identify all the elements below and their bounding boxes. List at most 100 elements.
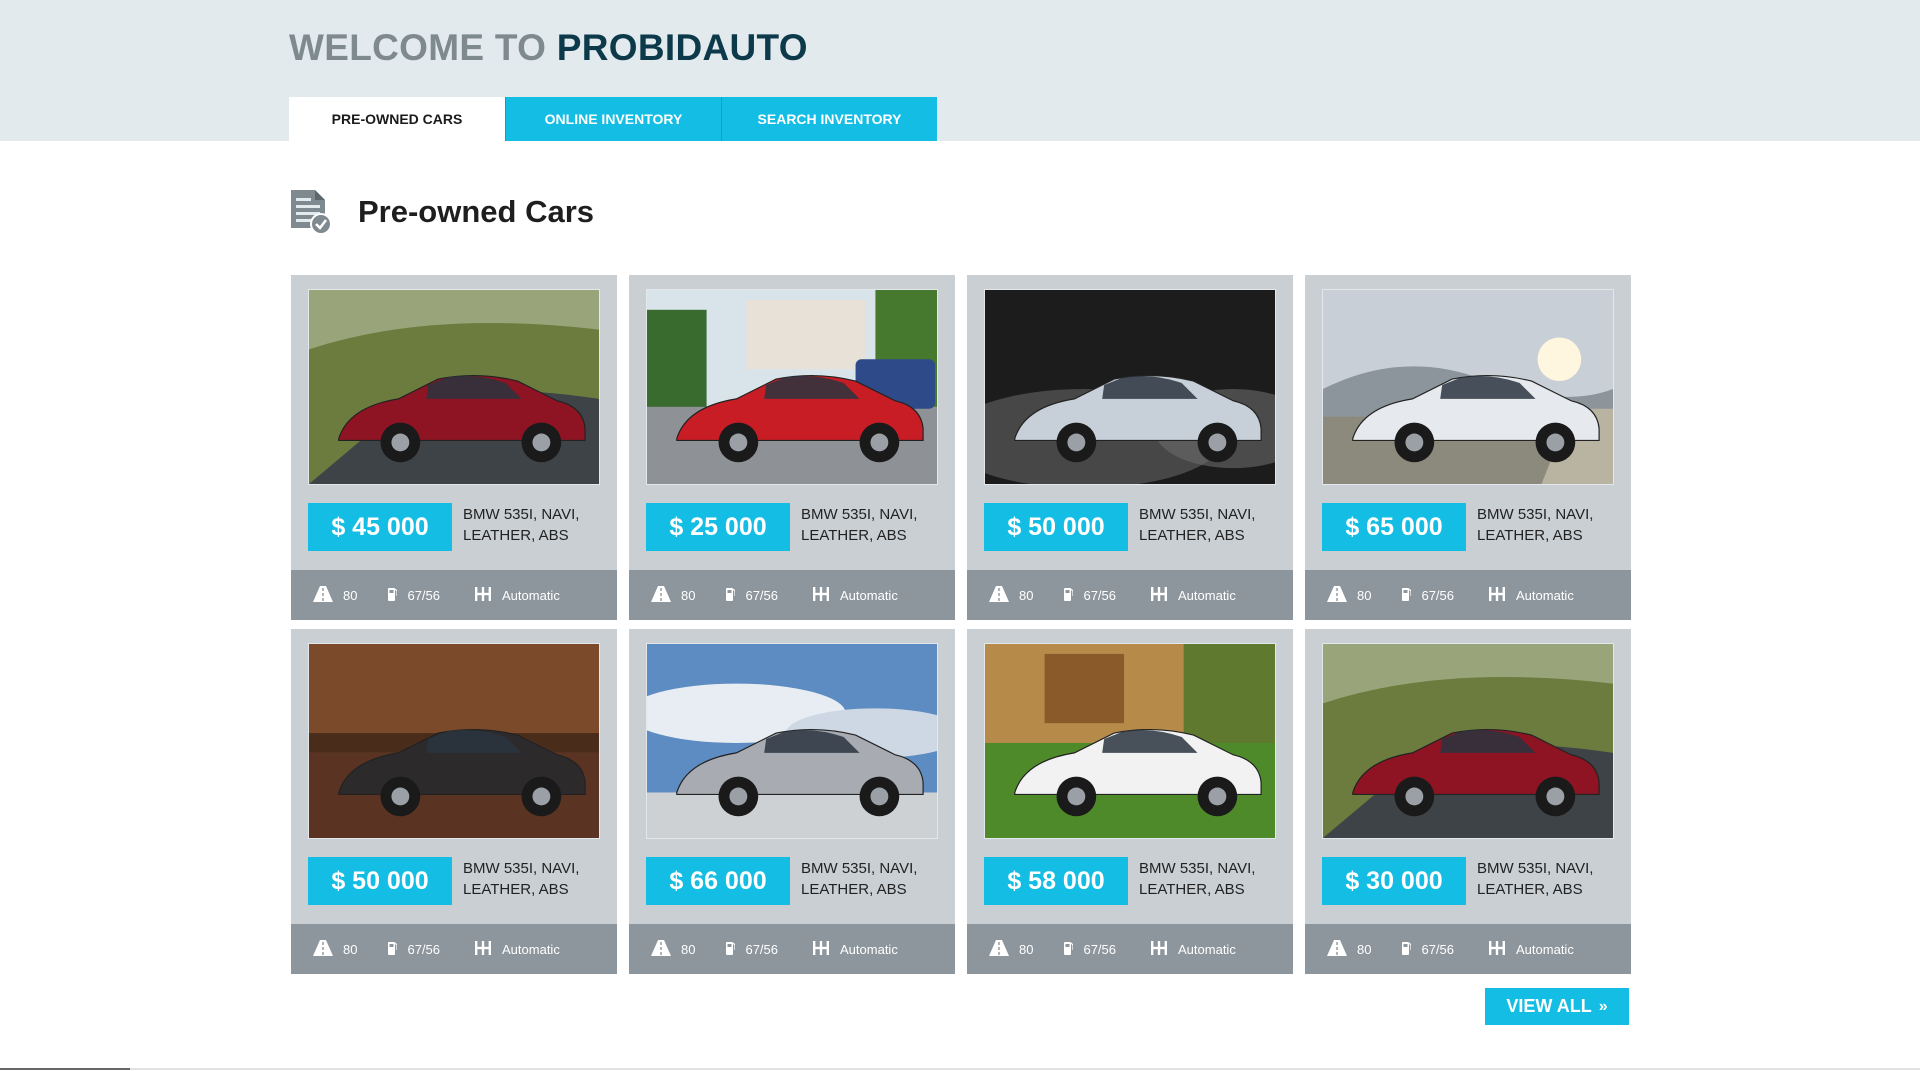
mileage-spec: 80: [1327, 939, 1372, 959]
car-photo[interactable]: [1322, 289, 1614, 485]
car-photo[interactable]: [646, 289, 938, 485]
car-description: BMW 535I, NAVI, LEATHER, ABS: [1139, 506, 1256, 544]
fuel-icon: [1401, 940, 1413, 959]
road-icon: [313, 939, 333, 959]
fuel-spec: 67/56: [1063, 940, 1116, 959]
gearbox-icon: [812, 586, 830, 604]
price-badge: $ 45 000: [308, 503, 452, 551]
view-all-label: VIEW ALL: [1506, 996, 1592, 1016]
view-all-button[interactable]: VIEW ALL »: [1485, 988, 1629, 1025]
car-card[interactable]: $ 25 000 BMW 535I, NAVI, LEATHER, ABS 80…: [629, 275, 955, 620]
car-card[interactable]: $ 66 000 BMW 535I, NAVI, LEATHER, ABS 80…: [629, 629, 955, 974]
mileage-spec: 80: [989, 585, 1033, 605]
mileage-spec: 80: [989, 939, 1034, 959]
tab-bar: PRE-OWNED CARS ONLINE INVENTORY SEARCH I…: [289, 97, 937, 141]
price-badge: $ 66 000: [646, 857, 790, 905]
site-header: WELCOME TO PROBIDAUTO PRE-OWNED CARS ONL…: [0, 0, 1920, 141]
transmission-spec: Automatic: [474, 940, 560, 958]
transmission-value: Automatic: [1516, 587, 1574, 603]
fuel-spec: 67/56: [387, 586, 440, 605]
transmission-spec: Automatic: [1150, 586, 1236, 604]
welcome-prefix: WELCOME TO: [289, 27, 547, 68]
fuel-value: 67/56: [407, 941, 441, 957]
car-photo[interactable]: [646, 643, 938, 839]
car-card[interactable]: $ 58 000 BMW 535I, NAVI, LEATHER, ABS 80…: [967, 629, 1293, 974]
fuel-value: 67/56: [1083, 941, 1117, 957]
tab-pre-owned-cars[interactable]: PRE-OWNED CARS: [289, 97, 505, 141]
tab-online-inventory[interactable]: ONLINE INVENTORY: [505, 97, 721, 141]
transmission-value: Automatic: [502, 587, 560, 603]
double-chevron-right-icon: »: [1598, 997, 1608, 1015]
mileage-value: 80: [1357, 587, 1372, 603]
spec-bar: 80 67/56 Automatic: [1305, 570, 1631, 620]
fuel-spec: 67/56: [387, 940, 440, 959]
car-description: BMW 535I, NAVI, LEATHER, ABS: [1477, 506, 1594, 544]
mileage-value: 80: [1019, 941, 1034, 957]
fuel-value: 67/56: [1421, 587, 1455, 603]
road-icon: [989, 939, 1009, 959]
transmission-value: Automatic: [502, 941, 560, 957]
car-photo[interactable]: [984, 289, 1276, 485]
mileage-spec: 80: [313, 939, 358, 959]
fuel-icon: [725, 586, 737, 605]
price-badge: $ 65 000: [1322, 503, 1466, 551]
fuel-spec: 67/56: [1063, 586, 1116, 605]
spec-bar: 80 67/56 Automatic: [629, 570, 955, 620]
road-icon: [651, 939, 671, 959]
car-description: BMW 535I, NAVI, LEATHER, ABS: [1139, 860, 1256, 898]
fuel-value: 67/56: [745, 587, 779, 603]
fuel-icon: [1063, 940, 1075, 959]
car-description: BMW 535I, NAVI, LEATHER, ABS: [463, 506, 580, 544]
spec-bar: 80 67/56 Automatic: [1305, 924, 1631, 974]
car-photo[interactable]: [1322, 643, 1614, 839]
car-description: BMW 535I, NAVI, LEATHER, ABS: [463, 860, 580, 898]
gearbox-icon: [1488, 586, 1506, 604]
tab-search-inventory[interactable]: SEARCH INVENTORY: [721, 97, 937, 141]
transmission-spec: Automatic: [1488, 940, 1574, 958]
gearbox-icon: [1150, 940, 1168, 958]
car-card[interactable]: $ 65 000 BMW 535I, NAVI, LEATHER, ABS 80…: [1305, 275, 1631, 620]
fuel-icon: [387, 586, 399, 605]
brand-name: PROBIDAUTO: [556, 27, 808, 68]
fuel-spec: 67/56: [1401, 586, 1454, 605]
car-photo[interactable]: [308, 643, 600, 839]
car-card[interactable]: $ 30 000 BMW 535I, NAVI, LEATHER, ABS 80…: [1305, 629, 1631, 974]
fuel-spec: 67/56: [725, 940, 778, 959]
welcome-heading: WELCOME TO PROBIDAUTO: [289, 27, 808, 69]
car-description: BMW 535I, NAVI, LEATHER, ABS: [1477, 860, 1594, 898]
road-icon: [989, 585, 1009, 605]
fuel-value: 67/56: [1083, 587, 1117, 603]
transmission-value: Automatic: [840, 941, 898, 957]
mileage-spec: 80: [1327, 585, 1372, 605]
spec-bar: 80 67/56 Automatic: [967, 924, 1293, 974]
mileage-spec: 80: [313, 585, 357, 605]
fuel-spec: 67/56: [1401, 940, 1454, 959]
fuel-icon: [1063, 586, 1075, 605]
car-card[interactable]: $ 45 000 BMW 535I, NAVI, LEATHER, ABS 80…: [291, 275, 617, 620]
mileage-spec: 80: [651, 939, 696, 959]
fuel-value: 67/56: [745, 941, 779, 957]
car-card[interactable]: $ 50 000 BMW 535I, NAVI, LEATHER, ABS 80…: [291, 629, 617, 974]
fuel-value: 67/56: [1421, 941, 1455, 957]
price-badge: $ 50 000: [984, 503, 1128, 551]
spec-bar: 80 67/56 Automatic: [291, 570, 617, 620]
car-description: BMW 535I, NAVI, LEATHER, ABS: [801, 860, 918, 898]
transmission-spec: Automatic: [474, 586, 560, 604]
price-badge: $ 25 000: [646, 503, 790, 551]
car-card[interactable]: $ 50 000 BMW 535I, NAVI, LEATHER, ABS 80…: [967, 275, 1293, 620]
car-description: BMW 535I, NAVI, LEATHER, ABS: [801, 506, 918, 544]
transmission-spec: Automatic: [812, 586, 898, 604]
document-check-icon: [289, 188, 333, 236]
fuel-icon: [387, 940, 399, 959]
mileage-value: 80: [681, 941, 696, 957]
fuel-icon: [1401, 586, 1413, 605]
road-icon: [1327, 939, 1347, 959]
mileage-value: 80: [343, 941, 358, 957]
car-photo[interactable]: [984, 643, 1276, 839]
car-photo[interactable]: [308, 289, 600, 485]
transmission-value: Automatic: [1178, 941, 1236, 957]
gearbox-icon: [474, 940, 492, 958]
mileage-value: 80: [1357, 941, 1372, 957]
fuel-spec: 67/56: [725, 586, 778, 605]
road-icon: [1327, 585, 1347, 605]
